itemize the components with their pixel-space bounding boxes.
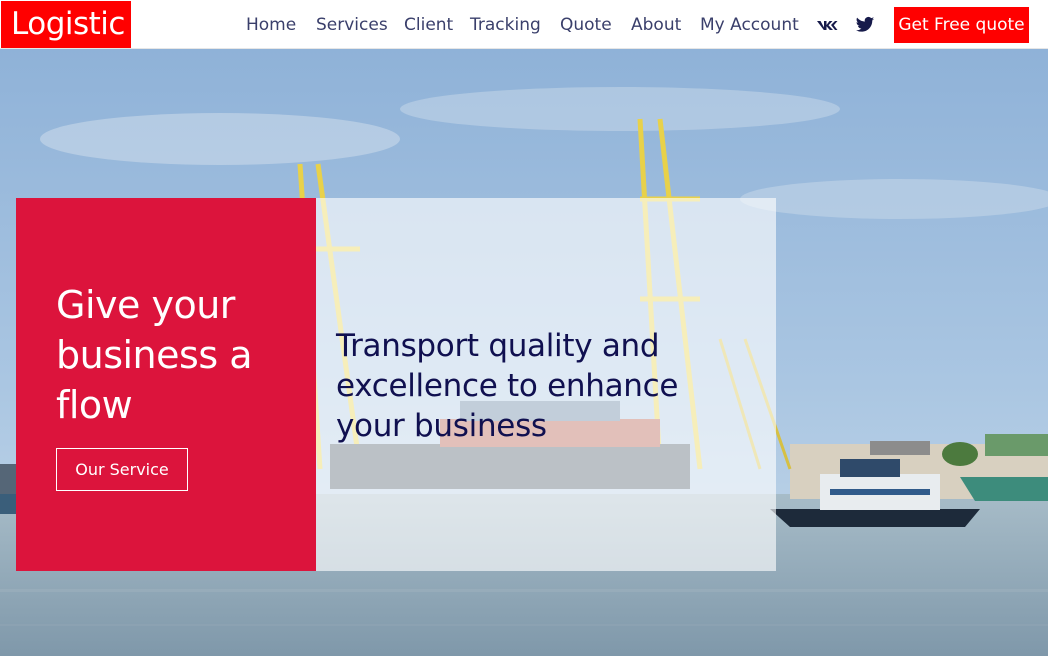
top-navbar: Logistic Home Services Client Tracking Q… <box>0 0 1048 49</box>
twitter-icon[interactable] <box>855 15 877 35</box>
vk-icon[interactable] <box>816 15 838 35</box>
nav-services[interactable]: Services <box>316 14 388 36</box>
logo[interactable]: Logistic <box>1 1 131 48</box>
hero-white-card: Transport quality and excellence to enha… <box>316 198 776 571</box>
nav-quote[interactable]: Quote <box>560 14 612 36</box>
nav-tracking[interactable]: Tracking <box>470 14 541 36</box>
our-service-button[interactable]: Our Service <box>56 448 188 491</box>
hero-tagline: Transport quality and excellence to enha… <box>336 328 679 444</box>
nav-client[interactable]: Client <box>404 14 453 36</box>
nav-about[interactable]: About <box>631 14 681 36</box>
get-free-quote-button[interactable]: Get Free quote <box>894 7 1029 43</box>
nav-home[interactable]: Home <box>246 14 296 36</box>
hero-red-card: Give your business a flow Our Service <box>16 198 316 571</box>
hero-title: Give your business a flow <box>56 283 252 427</box>
nav-my-account[interactable]: My Account <box>700 14 799 36</box>
